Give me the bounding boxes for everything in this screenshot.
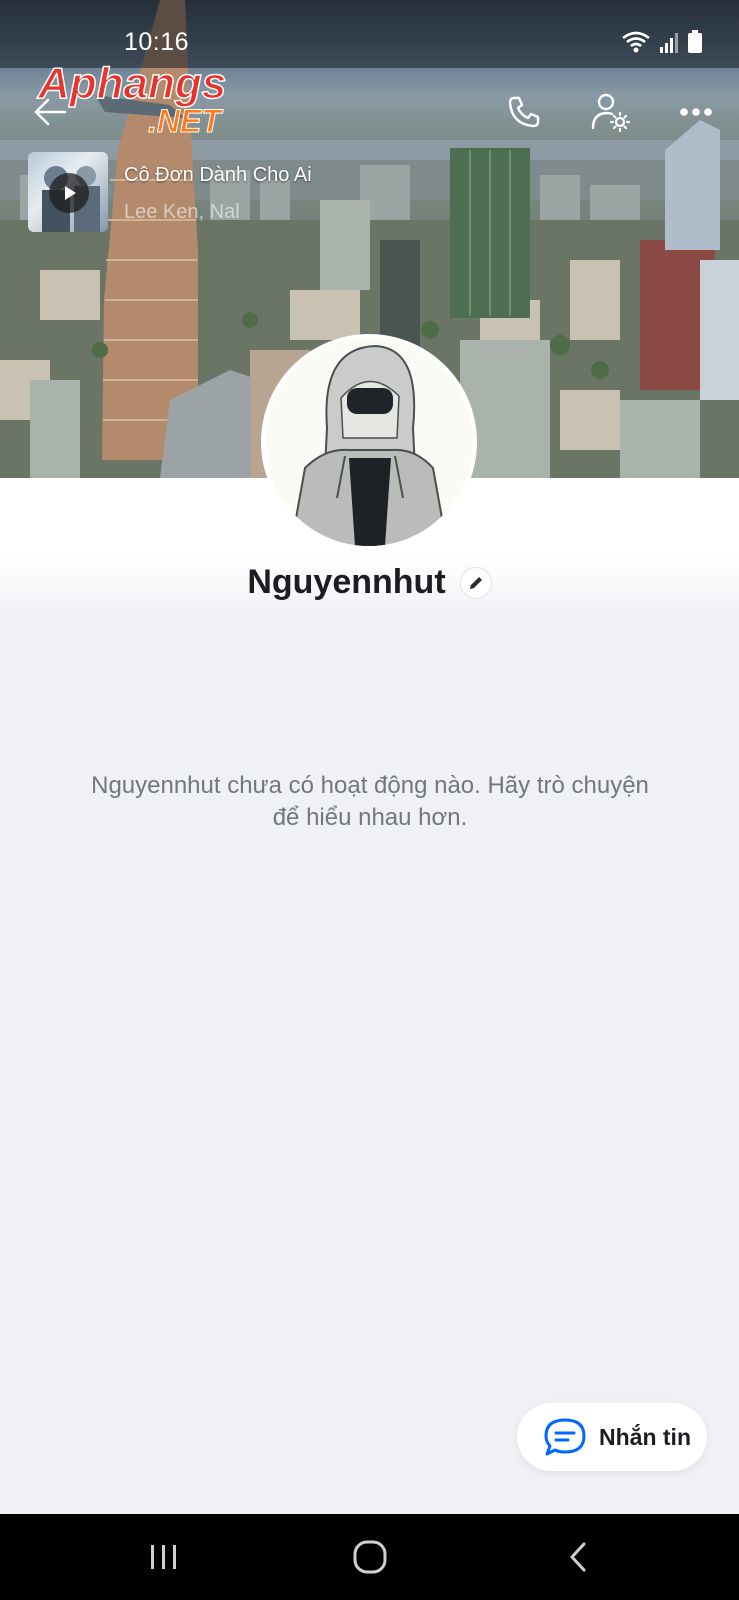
play-button[interactable] bbox=[49, 173, 89, 213]
more-horizontal-icon bbox=[680, 108, 712, 116]
message-button-label: Nhắn tin bbox=[599, 1423, 691, 1450]
message-button[interactable]: Nhắn tin bbox=[517, 1403, 707, 1471]
status-time: 10:16 bbox=[124, 28, 190, 56]
more-button[interactable] bbox=[668, 84, 724, 140]
profile-name: Nguyennhut bbox=[247, 563, 446, 601]
wifi-icon bbox=[622, 31, 650, 53]
battery-icon bbox=[688, 30, 702, 53]
song-artist: Lee Ken, Nal bbox=[124, 201, 240, 223]
pencil-icon bbox=[469, 576, 482, 589]
profile-music-player[interactable]: Cô Đơn Dành Cho Ai Lee Ken, Nal bbox=[28, 152, 312, 234]
avatar[interactable] bbox=[261, 334, 477, 550]
system-navigation-bar bbox=[0, 1514, 739, 1600]
status-icons bbox=[621, 28, 703, 54]
play-icon bbox=[65, 186, 76, 200]
arrow-left-icon bbox=[34, 98, 67, 126]
profile-name-row: Nguyennhut bbox=[0, 563, 739, 602]
recent-apps-button[interactable] bbox=[134, 1532, 194, 1582]
recent-apps-icon bbox=[151, 1545, 176, 1569]
phone-icon bbox=[508, 96, 540, 128]
profile-settings-button[interactable] bbox=[582, 84, 638, 140]
avatar-illustration bbox=[265, 338, 473, 546]
back-nav-button[interactable] bbox=[548, 1532, 608, 1582]
home-button[interactable] bbox=[340, 1532, 400, 1582]
song-title: Cô Đơn Dành Cho Ai bbox=[124, 164, 312, 186]
profile-screen: 10:16 Aphangs .NET Cô Đơn Dành Cho Ai Le… bbox=[0, 0, 739, 1600]
home-icon bbox=[353, 1540, 387, 1574]
back-button[interactable] bbox=[22, 84, 78, 140]
svg-text:.NET: .NET bbox=[148, 103, 223, 139]
song-info: Cô Đơn Dành Cho Ai Lee Ken, Nal bbox=[124, 152, 312, 224]
edit-name-button[interactable] bbox=[459, 566, 492, 599]
signal-icon bbox=[660, 33, 678, 53]
album-art[interactable] bbox=[28, 152, 108, 232]
chevron-left-icon bbox=[570, 1542, 586, 1572]
empty-activity-message: Nguyennhut chưa có hoạt động nào. Hãy tr… bbox=[91, 772, 649, 831]
user-settings-icon bbox=[591, 93, 630, 132]
call-button[interactable] bbox=[496, 84, 552, 140]
chat-bubble-icon bbox=[544, 1418, 586, 1456]
